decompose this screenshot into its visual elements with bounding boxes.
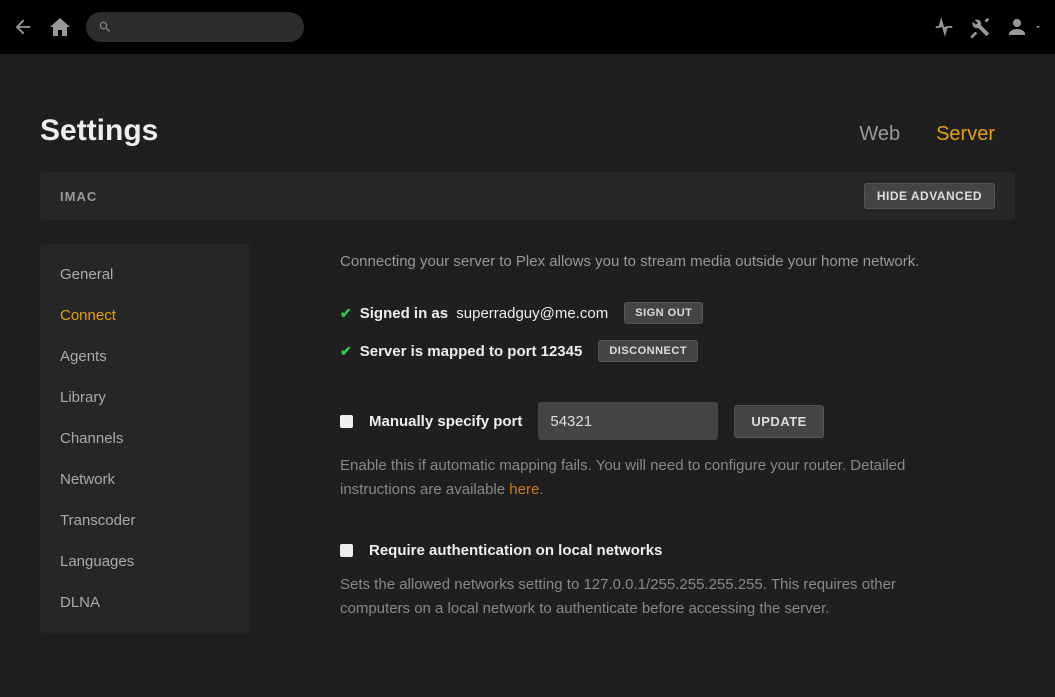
sidebar-item-agents[interactable]: Agents: [40, 336, 250, 377]
sidebar-item-languages[interactable]: Languages: [40, 541, 250, 582]
signed-in-user: superradguy@me.com: [456, 305, 608, 322]
home-icon: [48, 15, 72, 39]
settings-page: Settings Web Server IMAC Hide Advanced G…: [0, 54, 1055, 633]
sign-out-button[interactable]: Sign Out: [624, 302, 703, 324]
sidebar-item-general[interactable]: General: [40, 254, 250, 295]
manual-port-input[interactable]: [538, 402, 718, 440]
mapped-text: Server is mapped to port 12345: [360, 343, 583, 360]
top-toolbar: [0, 0, 1055, 54]
back-button[interactable]: [12, 16, 34, 38]
disconnect-button[interactable]: Disconnect: [598, 340, 698, 362]
search-input[interactable]: [120, 20, 292, 35]
user-menu[interactable]: [1005, 15, 1043, 39]
tab-web[interactable]: Web: [859, 123, 900, 146]
server-bar: IMAC Hide Advanced: [40, 172, 1015, 220]
settings-sidebar: General Connect Agents Library Channels …: [40, 244, 250, 633]
server-name: IMAC: [60, 189, 97, 204]
user-icon: [1005, 15, 1029, 39]
search-box[interactable]: [86, 12, 304, 42]
tab-server[interactable]: Server: [936, 123, 995, 146]
check-icon: ✔: [340, 343, 352, 360]
manual-port-help-link[interactable]: here: [509, 481, 539, 498]
require-auth-label: Require authentication on local networks: [369, 542, 662, 559]
require-auth-block: Require authentication on local networks…: [340, 542, 960, 621]
signed-in-status: ✔ Signed in as superradguy@me.com Sign O…: [340, 302, 960, 324]
require-auth-checkbox[interactable]: [340, 544, 353, 557]
settings-body: General Connect Agents Library Channels …: [40, 244, 1015, 633]
manual-port-checkbox[interactable]: [340, 415, 353, 428]
check-icon: ✔: [340, 305, 352, 322]
search-icon: [98, 20, 112, 34]
sidebar-item-network[interactable]: Network: [40, 459, 250, 500]
sidebar-item-transcoder[interactable]: Transcoder: [40, 500, 250, 541]
page-tabs: Web Server: [859, 123, 995, 146]
signed-in-prefix: Signed in as: [360, 305, 448, 322]
intro-text: Connecting your server to Plex allows yo…: [340, 250, 960, 274]
manual-port-block: Manually specify port Update Enable this…: [340, 402, 960, 502]
page-header: Settings Web Server: [20, 54, 1035, 172]
settings-content: Connecting your server to Plex allows yo…: [250, 244, 990, 633]
activity-button[interactable]: [933, 16, 955, 38]
sidebar-item-connect[interactable]: Connect: [40, 295, 250, 336]
page-title: Settings: [40, 114, 158, 148]
manual-port-help: Enable this if automatic mapping fails. …: [340, 454, 960, 502]
activity-icon: [933, 16, 955, 38]
tools-button[interactable]: [969, 16, 991, 38]
require-auth-help: Sets the allowed networks setting to 127…: [340, 573, 960, 621]
sidebar-item-dlna[interactable]: DLNA: [40, 582, 250, 623]
mapped-status: ✔ Server is mapped to port 12345 Disconn…: [340, 340, 960, 362]
hide-advanced-button[interactable]: Hide Advanced: [864, 183, 995, 209]
back-arrow-icon: [12, 16, 34, 38]
sidebar-item-channels[interactable]: Channels: [40, 418, 250, 459]
manual-port-help-post: .: [539, 481, 543, 498]
sidebar-item-library[interactable]: Library: [40, 377, 250, 418]
signed-in-text: Signed in as superradguy@me.com: [360, 305, 609, 322]
home-button[interactable]: [48, 15, 72, 39]
tools-icon: [969, 16, 991, 38]
manual-port-label: Manually specify port: [369, 413, 522, 430]
chevron-down-icon: [1033, 22, 1043, 32]
update-button[interactable]: Update: [734, 405, 823, 438]
manual-port-help-pre: Enable this if automatic mapping fails. …: [340, 457, 905, 498]
